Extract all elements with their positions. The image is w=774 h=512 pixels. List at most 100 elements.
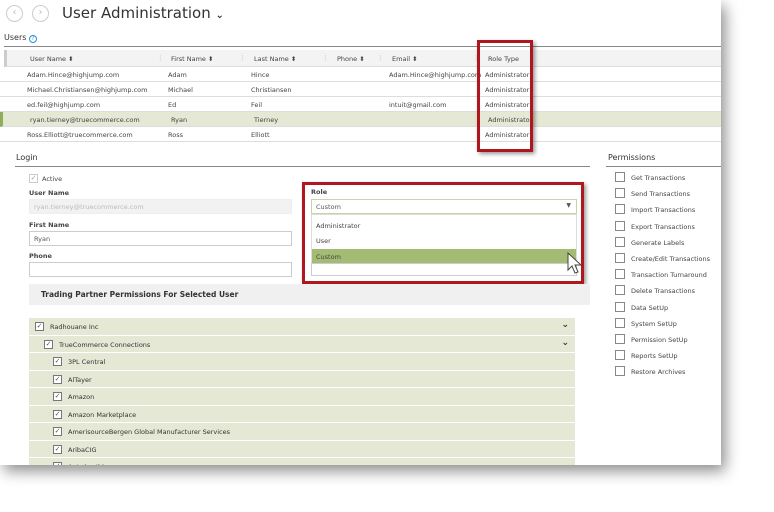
question-circle-icon[interactable]: ? (28, 35, 37, 43)
permission-label: Reports SetUp (631, 352, 678, 361)
table-cell: Ed (168, 101, 177, 109)
permission-label: Delete Transactions (631, 287, 695, 296)
divider (15, 166, 590, 167)
checkbox[interactable]: ✓ (53, 374, 62, 384)
trading-partner-item[interactable]: ✓ Amazon Marketplace (29, 405, 575, 423)
col-firstname[interactable]: First Name ⬍ (171, 55, 213, 63)
table-cell: Hince (251, 71, 270, 79)
permission-checkbox[interactable] (615, 188, 625, 199)
permission-checkbox[interactable] (615, 317, 625, 328)
active-label: Active (42, 175, 63, 183)
divider (606, 166, 721, 167)
table-cell: Tierney (254, 116, 279, 124)
table-cell: Ross (168, 131, 183, 139)
table-cell: Christiansen (251, 86, 292, 94)
trading-partner-label: Amazon Marketplace (68, 410, 137, 419)
checkbox[interactable]: ✓ (53, 409, 62, 419)
permission-label: Transaction Turnaround (631, 271, 707, 280)
permission-checkbox[interactable] (615, 220, 625, 231)
trading-partner-item[interactable]: ✓ AmerisourceBergen Global Manufacturer S… (29, 423, 575, 441)
page-title-text: User Administration (62, 4, 211, 22)
permission-label: Get Transactions (631, 174, 686, 182)
trading-partner-item[interactable]: ✓ Amazon (29, 388, 575, 406)
username-label: User Name (29, 189, 70, 197)
permission-checkbox[interactable] (615, 285, 625, 296)
trading-partner-item[interactable]: ✓ AutoAnything (29, 458, 575, 465)
trading-partner-label: AutoAnything (68, 463, 112, 465)
trading-partner-label: AlTayer (68, 375, 92, 384)
highlight-box-role (302, 182, 584, 284)
trading-partner-label: AmerisourceBergen Global Manufacturer Se… (68, 428, 230, 436)
permission-checkbox[interactable] (615, 334, 625, 344)
col-lastname[interactable]: Last Name ⬍ (254, 55, 296, 63)
table-row[interactable]: ryan.tierney@truecommerce.com Ryan Tierney… (0, 112, 721, 127)
table-cell: Feil (251, 101, 262, 109)
trading-partner-item[interactable]: ✓ AribaCIG (29, 440, 575, 458)
username-field: ryan.tierney@truecommerce.com (29, 199, 292, 214)
back-button[interactable]: ‹ (6, 5, 23, 22)
chevron-down-icon[interactable]: ⌄ (561, 320, 569, 330)
users-heading: Users ? (4, 33, 37, 43)
trading-partner-label: AribaCIG (68, 445, 97, 454)
permission-checkbox[interactable] (615, 269, 625, 280)
divider (4, 46, 721, 47)
permission-checkbox[interactable] (615, 301, 625, 312)
col-email[interactable]: Email ⬍ (392, 55, 418, 63)
table-cell: Ross.Elliott@truecommerce.com (27, 131, 133, 139)
chevron-down-icon: ⌄ (215, 10, 224, 21)
trading-partner-header: Trading Partner Permissions For Selected… (29, 284, 590, 305)
checkbox[interactable]: ✓ (53, 462, 62, 465)
permission-checkbox[interactable] (615, 204, 625, 215)
table-cell: Elliott (251, 131, 270, 139)
trading-partner-heading: Trading Partner Permissions For Selected… (41, 290, 239, 299)
table-cell: Adam (168, 71, 187, 79)
permission-checkbox[interactable] (615, 366, 625, 377)
permission-checkbox[interactable] (615, 253, 625, 263)
table-cell: Adam.Hince@highjump.com (389, 71, 482, 79)
permission-label: Export Transactions (631, 222, 695, 231)
trading-partner-item[interactable]: ✓ AlTayer (29, 370, 575, 388)
table-row[interactable]: Ross.Elliott@truecommerce.com Ross Elliott… (0, 127, 721, 142)
trading-partner-item[interactable]: ✓ 3PL Central (29, 353, 575, 371)
checkbox[interactable]: ✓ (44, 339, 53, 349)
permission-checkbox[interactable] (615, 172, 625, 182)
permission-checkbox[interactable] (615, 236, 625, 247)
permission-checkbox[interactable] (615, 350, 625, 361)
trading-partner-label: TrueCommerce Connections (59, 340, 151, 349)
table-row[interactable]: ed.feil@highjump.com Ed Feil intuit@gmail.c… (0, 97, 721, 112)
firstname-field[interactable]: Ryan (29, 231, 292, 246)
table-row[interactable]: Adam.Hince@highjump.com Adam Hince Adam.Hin… (0, 67, 721, 82)
table-cell: Michael (168, 86, 193, 94)
table-row-partial (0, 142, 721, 148)
checkbox[interactable]: ✓ (53, 392, 62, 401)
permission-label: Data SetUp (631, 303, 669, 312)
app-window: ‹ › User Administration ⌄ Users ? User N… (0, 0, 721, 465)
table-cell: ed.feil@highjump.com (27, 101, 101, 109)
permission-label: Permission SetUp (631, 336, 688, 344)
checkbox[interactable]: ✓ (53, 427, 62, 436)
table-cell: intuit@gmail.com (389, 101, 447, 109)
trading-partner-item[interactable]: ✓ Radhouane Inc ⌄ (29, 318, 575, 336)
table-row[interactable]: Michael.Christiansen@highjump.com Michael… (0, 82, 721, 97)
permission-label: Send Transactions (631, 190, 691, 199)
phone-field[interactable] (29, 262, 292, 277)
users-label: Users (4, 33, 27, 42)
checkbox[interactable]: ✓ (53, 357, 62, 366)
col-username[interactable]: User Name ⬍ (30, 55, 74, 63)
highlight-box-roletype (477, 40, 533, 152)
permission-label: Import Transactions (631, 206, 696, 215)
chevron-down-icon[interactable]: ⌄ (561, 338, 569, 348)
trading-partner-item[interactable]: ✓ TrueCommerce Connections ⌄ (29, 335, 575, 353)
forward-button[interactable]: › (32, 5, 49, 22)
table-cell: Michael.Christiansen@highjump.com (27, 86, 148, 94)
table-cell: Ryan (171, 116, 188, 124)
checkbox[interactable]: ✓ (35, 322, 44, 331)
col-phone[interactable]: Phone ⬍ (337, 55, 365, 63)
permission-label: Restore Archives (631, 368, 686, 377)
page-title[interactable]: User Administration ⌄ (62, 4, 224, 22)
trading-partner-label: Radhouane Inc (50, 323, 99, 331)
checkbox[interactable]: ✓ (53, 444, 62, 454)
permission-label: Create/Edit Transactions (631, 255, 711, 263)
table-cell: Adam.Hince@highjump.com (27, 71, 120, 79)
active-checkbox[interactable]: ✓ (29, 174, 38, 183)
